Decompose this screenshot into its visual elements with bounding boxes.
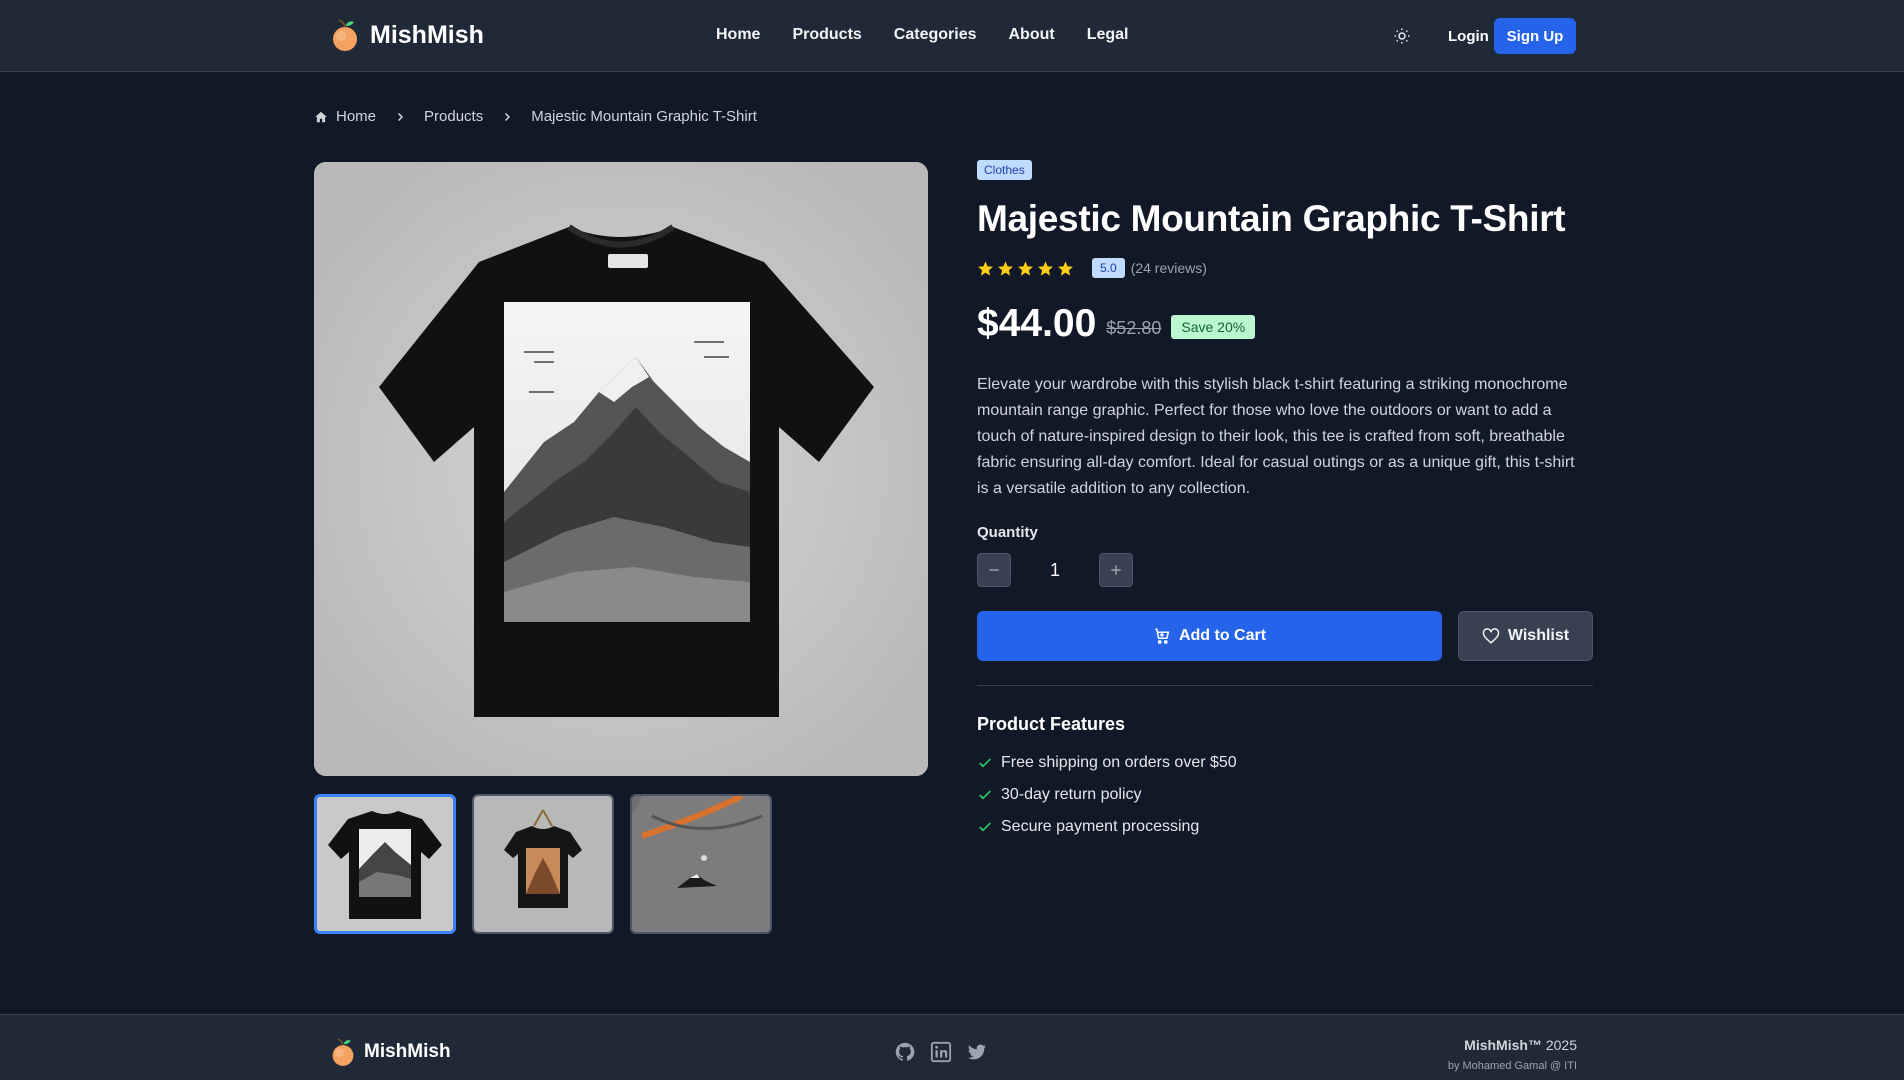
- quantity-value[interactable]: 1: [1011, 560, 1099, 581]
- nav-categories[interactable]: Categories: [894, 26, 977, 44]
- check-icon: [979, 790, 991, 800]
- heart-icon: [1482, 628, 1500, 644]
- chevron-right-icon: [392, 109, 408, 125]
- original-price: $52.80: [1106, 317, 1162, 338]
- increase-quantity-button[interactable]: [1099, 553, 1133, 587]
- features-list: Free shipping on orders over $50 30-day …: [977, 747, 1593, 843]
- copyright-line: MishMish™ 2025: [1448, 1037, 1577, 1053]
- home-icon: [315, 111, 327, 122]
- discount-badge: Save 20%: [1171, 315, 1256, 339]
- check-icon: [979, 822, 991, 832]
- breadcrumb-home[interactable]: Home: [336, 108, 376, 125]
- sun-icon: [1394, 28, 1410, 44]
- thumbnail-1[interactable]: [314, 794, 456, 934]
- star-icon: [1058, 260, 1073, 276]
- quantity-label: Quantity: [977, 524, 1038, 541]
- divider: [977, 685, 1593, 686]
- product-description: Elevate your wardrobe with this stylish …: [977, 376, 1575, 497]
- footer-brand[interactable]: MishMish: [330, 1037, 451, 1067]
- twitter-icon[interactable]: [966, 1041, 988, 1063]
- copyright-brand: MishMish™: [1464, 1037, 1542, 1053]
- decrease-quantity-button[interactable]: [977, 553, 1011, 587]
- feature-item: Secure payment processing: [977, 811, 1593, 843]
- plus-icon: [1111, 565, 1121, 575]
- chevron-right-icon: [499, 109, 515, 125]
- linkedin-icon[interactable]: [930, 1041, 952, 1063]
- apricot-logo-icon: [332, 1038, 354, 1066]
- category-badge[interactable]: Clothes: [977, 160, 1032, 180]
- feature-text: 30-day return policy: [1001, 786, 1142, 803]
- star-icon: [998, 260, 1013, 276]
- product-title: Majestic Mountain Graphic T-Shirt: [977, 198, 1566, 239]
- nav-legal[interactable]: Legal: [1087, 26, 1129, 44]
- cart-icon: [1155, 628, 1170, 644]
- breadcrumb-products[interactable]: Products: [424, 108, 483, 125]
- thumbnail-2[interactable]: [472, 794, 614, 934]
- current-price: $44.00: [977, 302, 1097, 345]
- review-count[interactable]: (24 reviews): [1131, 260, 1207, 276]
- add-to-cart-label: Add to Cart: [1178, 627, 1267, 644]
- social-links: [894, 1041, 988, 1063]
- breadcrumb: Home Products Majestic Mountain Graphic …: [314, 108, 757, 125]
- nav-products[interactable]: Products: [792, 26, 861, 44]
- tshirt-image: [314, 162, 928, 776]
- check-icon: [979, 758, 991, 768]
- product-main-image[interactable]: [314, 162, 928, 776]
- footer-brand-name: MishMish: [364, 1041, 451, 1062]
- github-icon[interactable]: [894, 1041, 916, 1063]
- credit-line: by Mohamed Gamal @ ITI: [1447, 1060, 1577, 1072]
- brand-logo[interactable]: MishMish: [330, 18, 484, 52]
- theme-toggle-button[interactable]: [1390, 24, 1414, 48]
- nav-home[interactable]: Home: [716, 26, 760, 44]
- copyright: MishMish™ 2025 by Mohamed Gamal @ ITI: [1448, 1037, 1577, 1072]
- wishlist-button[interactable]: Wishlist: [1458, 611, 1593, 661]
- feature-text: Free shipping on orders over $50: [1001, 754, 1237, 771]
- top-navbar: MishMish Home Products Categories About …: [0, 0, 1904, 72]
- signup-button[interactable]: Sign Up: [1494, 18, 1576, 54]
- feature-text: Secure payment processing: [1001, 818, 1200, 835]
- feature-item: Free shipping on orders over $50: [977, 747, 1593, 779]
- apricot-logo-icon: [333, 19, 357, 51]
- star-rating: [977, 260, 1074, 277]
- copyright-year: 2025: [1545, 1037, 1577, 1053]
- breadcrumb-current: Majestic Mountain Graphic T-Shirt: [531, 108, 757, 125]
- star-icon: [978, 260, 993, 276]
- thumbnail-gallery: [314, 794, 772, 934]
- minus-icon: [989, 569, 999, 571]
- login-button[interactable]: Login: [1440, 18, 1497, 54]
- nav-about[interactable]: About: [1009, 26, 1055, 44]
- thumbnail-3[interactable]: [630, 794, 772, 934]
- wishlist-label: Wishlist: [1507, 627, 1570, 644]
- main-nav: Home Products Categories About Legal: [716, 26, 1129, 44]
- features-title: Product Features: [977, 714, 1126, 734]
- quantity-stepper: 1: [977, 553, 1593, 587]
- product-actions: Add to Cart Wishlist: [977, 611, 1593, 661]
- star-icon: [1038, 260, 1053, 276]
- price-row: $44.00 $52.80 Save 20%: [977, 302, 1593, 346]
- star-icon: [1018, 260, 1033, 276]
- product-info: Clothes Majestic Mountain Graphic T-Shir…: [977, 160, 1593, 843]
- brand-name: MishMish: [370, 20, 484, 49]
- footer: MishMish MishMish™ 2025 by Mohamed Gamal…: [0, 1014, 1904, 1080]
- rating-row: 5.0 (24 reviews): [977, 258, 1593, 278]
- add-to-cart-button[interactable]: Add to Cart: [977, 611, 1442, 661]
- rating-value-badge: 5.0: [1092, 258, 1125, 278]
- feature-item: 30-day return policy: [977, 779, 1593, 811]
